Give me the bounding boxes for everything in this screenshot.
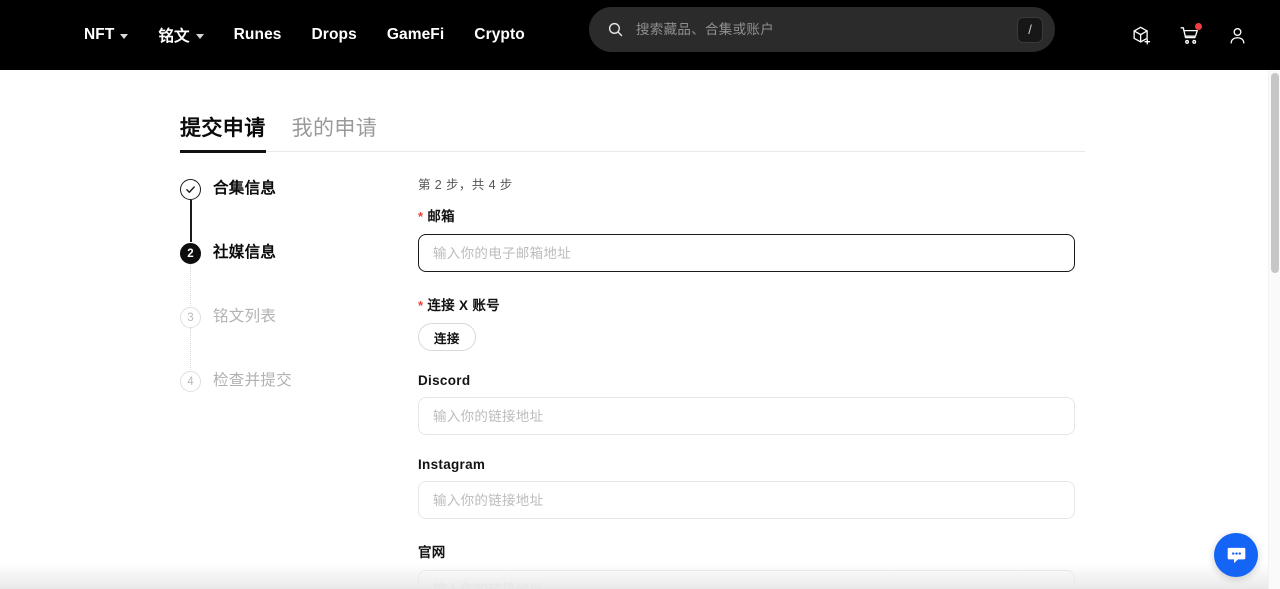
field-label: * 邮箱 [418,205,1075,225]
form-fields: 第 2 步，共 4 步 * 邮箱 * 连接 X 账号 连接 [418,174,1075,589]
stepper-item-inscription-list[interactable]: 3 铭文列表 [180,306,418,370]
search-shortcut-key[interactable]: / [1017,16,1043,43]
stepper-label: 社媒信息 [213,244,277,261]
tab-submit-application[interactable]: 提交申请 [180,117,266,153]
wizard-stepper: 合集信息 2 社媒信息 3 铭文列表 4 检查并提交 [180,174,418,589]
stepper-marker-completed [180,179,201,200]
stepper-item-social-info[interactable]: 2 社媒信息 [180,242,418,306]
global-search[interactable]: / [589,7,1055,52]
chat-bubble-icon [1227,547,1245,563]
nav-item-crypto[interactable]: Crypto [459,0,540,70]
stepper-connector [190,328,191,370]
nav-item-label: NFT [84,26,115,43]
search-box[interactable]: / [589,7,1055,52]
cart-badge-dot [1195,23,1202,30]
field-label: * 连接 X 账号 [418,294,1075,314]
required-asterisk: * [418,298,424,313]
stepper-label: 合集信息 [213,180,277,197]
nav-item-runes[interactable]: Runes [219,0,297,70]
site-header: NFT 铭文 Runes Drops GameFi Crypto 搜索藏品、合集… [0,0,1280,70]
field-label-text: 邮箱 [427,209,455,224]
header-icon-group [1124,0,1254,70]
connect-x-account-button[interactable]: 连接 [418,323,476,351]
nav-item-label: Runes [233,26,282,43]
tab-label: 提交申请 [180,117,266,140]
browser-viewport: NFT 铭文 Runes Drops GameFi Crypto 搜索藏品、合集… [0,0,1280,589]
email-input[interactable] [418,234,1075,272]
stepper-item-collection-info[interactable]: 合集信息 [180,178,418,242]
page-content: 提交申请 我的申请 合集信息 2 社媒信息 3 铭文列表 4 检查并提交 第 2… [0,108,1268,589]
scrollbar-thumb[interactable] [1271,73,1279,273]
cart-icon[interactable] [1172,18,1206,52]
field-label-text: 连接 X 账号 [427,298,500,313]
nav-item-gamefi[interactable]: GameFi [372,0,459,70]
chevron-down-icon [120,33,129,39]
chat-support-button[interactable] [1214,533,1258,577]
account-icon[interactable] [1220,18,1254,52]
instagram-link-input[interactable] [418,481,1075,519]
nav-item-label: Crypto [474,26,525,43]
stepper-marker-current: 2 [180,243,201,264]
stepper-connector [190,200,192,242]
nav-item-label: Drops [311,26,357,43]
discord-link-input[interactable] [418,397,1075,435]
field-x-account: * 连接 X 账号 连接 [418,294,1075,351]
wizard-layout: 合集信息 2 社媒信息 3 铭文列表 4 检查并提交 第 2 步，共 4 步 *… [180,174,1268,589]
field-label: Discord [418,373,1075,388]
nav-item-label: 铭文 [158,28,190,45]
search-icon [607,21,624,38]
stepper-marker-pending: 4 [180,371,201,392]
create-nft-icon[interactable] [1124,18,1158,52]
field-website: 官网 [418,541,1075,589]
search-input[interactable] [624,22,1017,37]
stepper-item-review-submit[interactable]: 4 检查并提交 [180,370,418,400]
step-counter-text: 第 2 步，共 4 步 [418,178,513,192]
field-email: * 邮箱 [418,205,1075,272]
field-label-text: Instagram [418,457,486,472]
tab-my-applications[interactable]: 我的申请 [292,118,378,151]
nav-item-inscriptions[interactable]: 铭文 [143,0,218,70]
page-scrollbar[interactable] [1268,70,1280,589]
field-label-text: 官网 [418,545,446,560]
main-navigation: NFT 铭文 Runes Drops GameFi Crypto [72,0,540,70]
stepper-label: 铭文列表 [213,308,277,325]
nav-item-drops[interactable]: Drops [297,0,372,70]
tab-label: 我的申请 [291,117,378,140]
nav-item-label: GameFi [386,26,445,43]
chevron-down-icon [195,33,204,39]
website-link-input[interactable] [418,570,1075,589]
page-body: 提交申请 我的申请 合集信息 2 社媒信息 3 铭文列表 4 检查并提交 第 2… [0,70,1268,589]
nav-item-nft[interactable]: NFT [72,0,143,70]
field-label: 官网 [418,541,1075,561]
required-asterisk: * [418,209,424,224]
stepper-marker-pending: 3 [180,307,201,328]
stepper-label: 检查并提交 [213,372,293,389]
field-label-text: Discord [418,373,471,388]
application-tabs: 提交申请 我的申请 [180,108,1085,153]
stepper-connector [190,264,191,306]
field-label: Instagram [418,457,1075,472]
field-instagram: Instagram [418,457,1075,519]
field-discord: Discord [418,373,1075,435]
